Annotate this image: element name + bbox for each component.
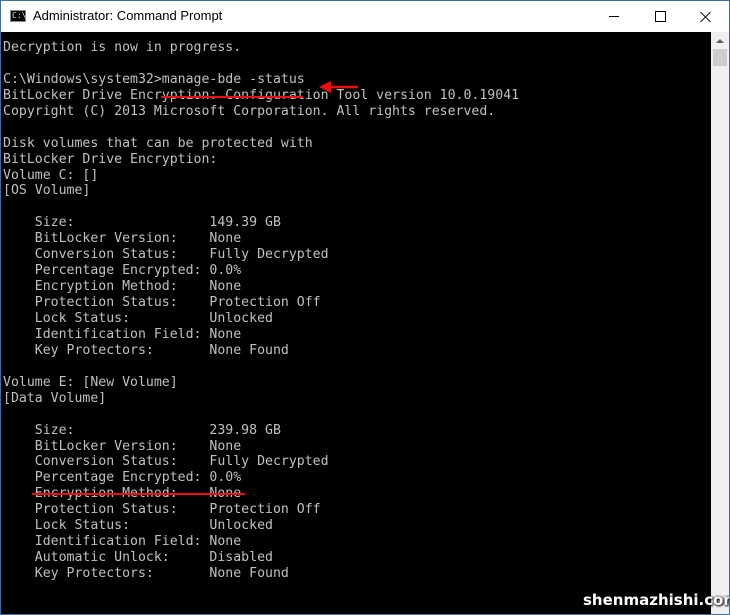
close-icon (700, 11, 712, 23)
command-prompt-window: C:\. Administrator: Command Prompt Decry… (0, 0, 730, 615)
console-line: Conversion Status: Fully Decrypted (3, 454, 329, 470)
minimize-button[interactable] (591, 1, 637, 32)
maximize-icon (654, 11, 666, 22)
window-title: Administrator: Command Prompt (33, 8, 223, 23)
console-line: [Data Volume] (3, 390, 107, 406)
percentage-encrypted-underline (32, 493, 245, 495)
chevron-up-icon (716, 38, 724, 43)
console-line: Percentage Encrypted: 0.0% (3, 263, 242, 279)
console-line: Percentage Encrypted: 0.0% (3, 470, 242, 486)
scroll-up-button[interactable] (711, 32, 729, 49)
console-line: Decryption is now in progress. (3, 40, 242, 55)
console-line: Automatic Unlock: Disabled (3, 550, 273, 566)
console-line: Size: 239.98 GB (3, 422, 281, 438)
console-line: Conversion Status: Fully Decrypted (3, 247, 329, 263)
console-line: BitLocker Version: None (3, 231, 242, 247)
console-line: BitLocker Drive Encryption: (3, 151, 218, 167)
console-line: [OS Volume] (3, 183, 91, 199)
console-line: Key Protectors: None Found (3, 566, 289, 582)
close-button[interactable] (683, 1, 729, 32)
console-line: Disk volumes that can be protected with (3, 135, 313, 151)
console-line: Volume C: [] (3, 167, 99, 183)
console-line: Size: 149.39 GB (3, 215, 281, 231)
console-line: Protection Status: Protection Off (3, 295, 321, 311)
command-underline (161, 96, 303, 98)
console-line: BitLocker Version: None (3, 438, 242, 454)
maximize-button[interactable] (637, 1, 683, 32)
scrollbar-thumb[interactable] (713, 49, 727, 66)
command-prompt-icon[interactable]: C:\. (10, 10, 31, 22)
watermark: shenmazhishi.com (583, 591, 730, 609)
console-line: Copyright (C) 2013 Microsoft Corporation… (3, 103, 496, 119)
console-line: Identification Field: None (3, 326, 242, 342)
console-line: Encryption Method: None (3, 279, 242, 295)
console-line: C:\Windows\system32>manage-bde -status (3, 71, 305, 87)
console-line: Lock Status: Unlocked (3, 310, 273, 326)
console-line: Identification Field: None (3, 534, 242, 550)
red-arrow-icon (319, 81, 358, 93)
console-line: Lock Status: Unlocked (3, 518, 273, 534)
console-line: Protection Status: Protection Off (3, 502, 321, 518)
console-line: Key Protectors: None Found (3, 342, 289, 358)
console-output[interactable]: Decryption is now in progress. C:\Windows… (1, 32, 711, 614)
vertical-scrollbar[interactable] (711, 32, 729, 614)
console-line: Volume E: [New Volume] (3, 374, 178, 390)
minimize-icon (609, 16, 619, 17)
title-bar[interactable]: C:\. Administrator: Command Prompt (1, 1, 729, 32)
